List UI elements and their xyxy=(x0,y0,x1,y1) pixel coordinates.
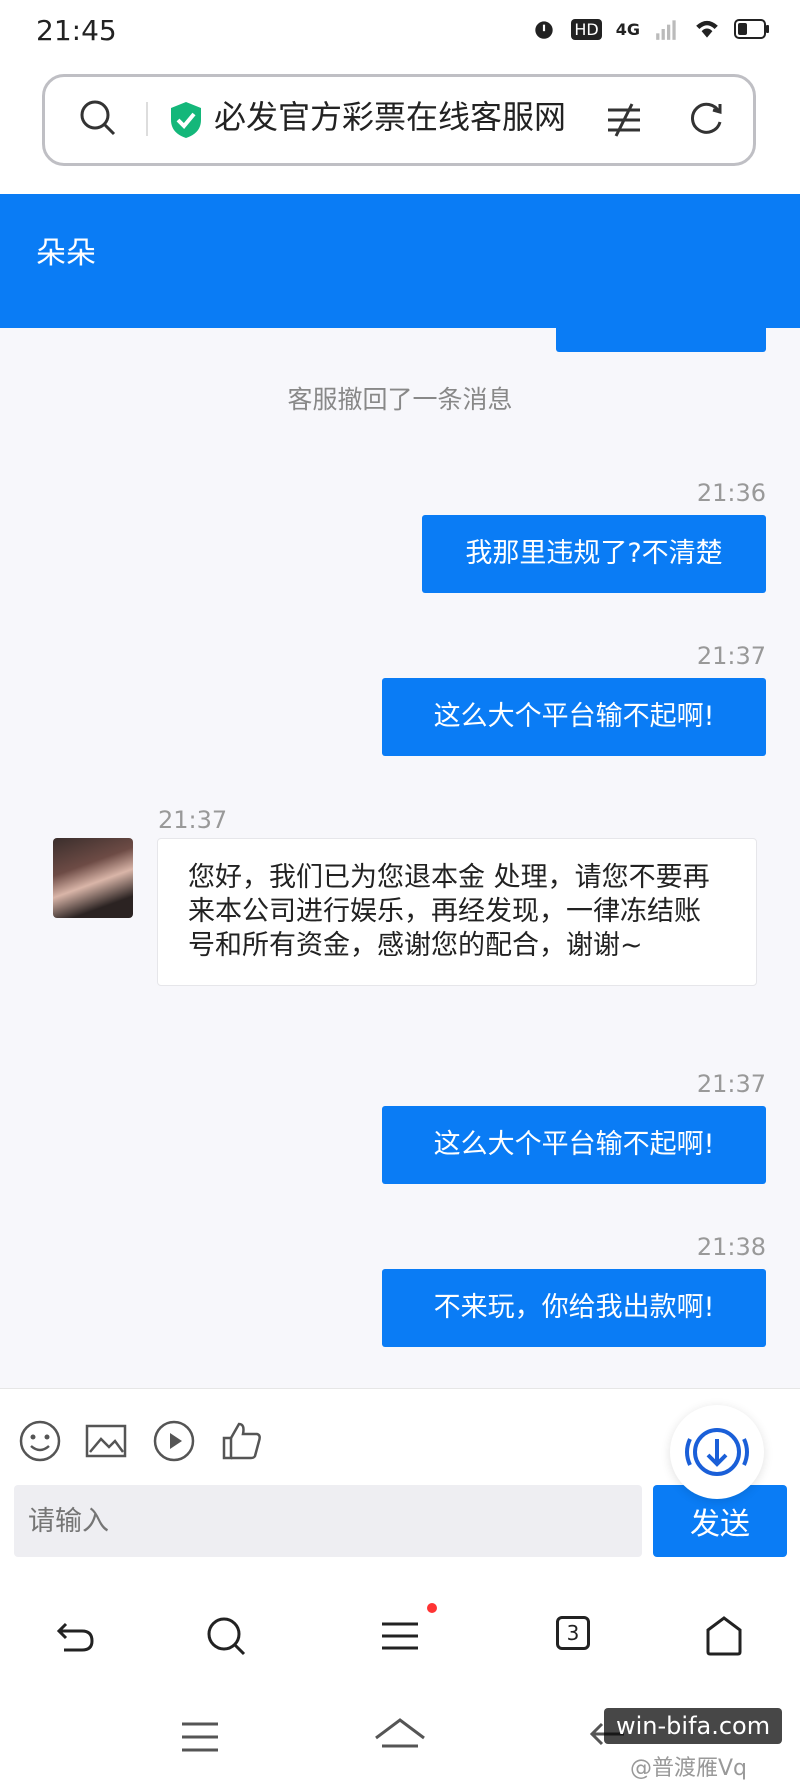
thumbs-up-icon[interactable] xyxy=(220,1419,264,1463)
chat-area[interactable]: 客服撤回了一条消息 21:36 我那里违规了?不清楚 21:37 这么大个平台输… xyxy=(0,328,800,1388)
emoji-icon[interactable] xyxy=(18,1419,62,1463)
wifi-icon xyxy=(696,20,718,38)
recall-notice: 客服撤回了一条消息 xyxy=(287,385,513,414)
status-bar: 21:45 HD 4G xyxy=(0,0,800,62)
watermark-site: win-bifa.com xyxy=(604,1708,783,1744)
message-time: 21:38 xyxy=(696,1233,766,1261)
message-bubble-out[interactable]: 不来玩，你给我出款啊! xyxy=(382,1269,766,1347)
shield-check-icon xyxy=(171,102,201,138)
signal-icon xyxy=(656,20,676,40)
network-label: 4G xyxy=(615,19,640,39)
menu-icon[interactable] xyxy=(378,1614,422,1658)
message-bubble-out[interactable]: 这么大个平台输不起啊! xyxy=(382,678,766,756)
message-bubble-in[interactable]: 您好，我们已为您退本金 处理，请您不要再来本公司进行娱乐，再经发现，一律冻结账号… xyxy=(157,838,757,986)
message-bubble-out[interactable]: 我那里违规了?不清楚 xyxy=(422,515,766,593)
battery-icon xyxy=(734,19,769,39)
notification-dot xyxy=(427,1603,437,1613)
system-home-icon[interactable] xyxy=(372,1716,428,1756)
message-time: 21:37 xyxy=(696,642,766,670)
search-icon[interactable] xyxy=(204,1614,248,1658)
message-time: 21:36 xyxy=(696,479,766,507)
message-input[interactable] xyxy=(14,1485,642,1557)
text-size-icon[interactable] xyxy=(604,100,644,140)
message-bubble-partial xyxy=(556,328,766,352)
recent-apps-icon[interactable] xyxy=(180,1720,220,1754)
floating-download-button[interactable] xyxy=(670,1405,764,1499)
page-title[interactable]: 必发官方彩票在线客服网 xyxy=(214,92,566,138)
watermark-user: @普渡雁Vq xyxy=(630,1756,748,1781)
address-bar: 必发官方彩票在线客服网 xyxy=(0,62,800,194)
status-time: 21:45 xyxy=(36,14,117,47)
message-time: 21:37 xyxy=(696,1070,766,1098)
home-icon[interactable] xyxy=(702,1614,746,1658)
agent-avatar[interactable] xyxy=(53,838,133,918)
back-icon[interactable] xyxy=(54,1614,98,1658)
chat-contact-name: 朵朵 xyxy=(36,236,96,271)
video-icon[interactable] xyxy=(152,1419,196,1463)
browser-toolbar: 3 xyxy=(0,1586,800,1686)
status-icons: HD 4G xyxy=(531,16,770,42)
refresh-icon[interactable] xyxy=(686,98,726,138)
image-icon[interactable] xyxy=(84,1419,128,1463)
download-icon xyxy=(685,1428,749,1476)
alarm-icon xyxy=(535,21,554,39)
address-separator xyxy=(146,102,148,136)
chat-header: 朵朵 xyxy=(0,194,800,328)
message-bubble-out[interactable]: 这么大个平台输不起啊! xyxy=(382,1106,766,1184)
tab-count[interactable]: 3 xyxy=(556,1616,590,1650)
search-icon[interactable] xyxy=(78,98,118,138)
hd-badge: HD xyxy=(571,18,602,40)
message-time: 21:37 xyxy=(158,806,228,834)
